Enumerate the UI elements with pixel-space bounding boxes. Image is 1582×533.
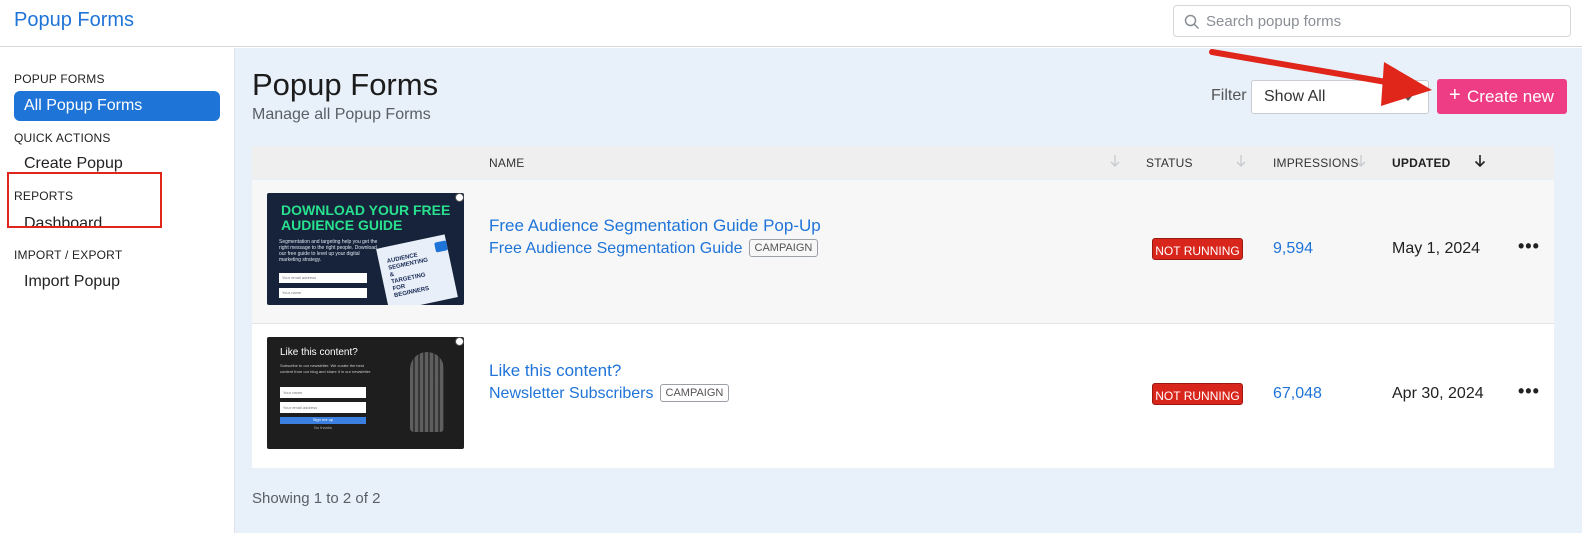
popup-title-link[interactable]: Like this content?: [489, 361, 621, 381]
sidebar-heading-popup-forms: POPUP FORMS: [14, 72, 105, 86]
filter-value: Show All: [1264, 88, 1326, 105]
popup-thumbnail[interactable]: Like this content? Subscribe to our news…: [267, 337, 464, 449]
table-row[interactable]: DOWNLOAD YOUR FREE AUDIENCE GUIDE Segmen…: [252, 180, 1554, 324]
table-header: NAME STATUS IMPRESSIONS UPDATED: [252, 146, 1554, 179]
column-header-name[interactable]: NAME: [489, 156, 524, 170]
thumbnail-field: Your email address: [279, 273, 367, 283]
sidebar-heading-import-export: IMPORT / EXPORT: [14, 248, 123, 262]
impressions-link[interactable]: 67,048: [1273, 385, 1322, 403]
thumbnail-headline: DOWNLOAD YOUR FREE AUDIENCE GUIDE: [281, 202, 451, 233]
highlight-box: [7, 172, 162, 228]
filter-select[interactable]: Show All: [1251, 80, 1429, 114]
top-bar: Popup Forms Search popup forms: [0, 0, 1582, 47]
more-icon[interactable]: •••: [1518, 381, 1540, 402]
campaign-name-link[interactable]: Newsletter Subscribers: [489, 385, 654, 402]
logo-icon: [434, 240, 448, 253]
search-icon: [1184, 14, 1200, 30]
close-icon: [455, 193, 464, 202]
thumbnail-book-image: AUDIENCE SEGMENTING & TARGETING FOR BEGI…: [376, 234, 458, 305]
page-title: Popup Forms: [252, 67, 439, 102]
sort-icon[interactable]: [1236, 154, 1246, 168]
sidebar-item-import-popup[interactable]: Import Popup: [14, 267, 220, 297]
sort-desc-icon[interactable]: [1474, 154, 1486, 168]
sort-icon[interactable]: [1110, 154, 1120, 168]
updated-date: Apr 30, 2024: [1392, 385, 1484, 402]
filter-label: Filter: [1211, 87, 1247, 104]
thumbnail-field: Your email address: [280, 402, 366, 413]
sidebar: POPUP FORMS All Popup Forms QUICK ACTION…: [0, 48, 235, 533]
thumbnail-book-title: AUDIENCE SEGMENTING & TARGETING FOR BEGI…: [386, 252, 430, 300]
microphone-image: [410, 352, 444, 432]
thumbnail-text: Subscribe to our newsletter. We curate t…: [280, 363, 372, 374]
sort-icon[interactable]: [1356, 154, 1366, 168]
column-header-status[interactable]: STATUS: [1146, 156, 1193, 170]
campaign-name-link[interactable]: Free Audience Segmentation Guide: [489, 240, 743, 257]
table-row[interactable]: Like this content? Subscribe to our news…: [252, 324, 1554, 468]
app-title[interactable]: Popup Forms: [14, 9, 134, 32]
sidebar-item-all-popup-forms[interactable]: All Popup Forms: [14, 91, 220, 121]
status-badge: NOT RUNNING: [1152, 238, 1243, 260]
popup-subtitle: Newsletter Subscribers CAMPAIGN: [489, 384, 730, 403]
popup-subtitle: Free Audience Segmentation Guide CAMPAIGN: [489, 239, 819, 258]
thumbnail-field: Your name: [280, 387, 366, 398]
campaign-tag: CAMPAIGN: [748, 239, 819, 257]
search-placeholder: Search popup forms: [1206, 13, 1342, 30]
impressions-link[interactable]: 9,594: [1273, 240, 1313, 258]
campaign-tag: CAMPAIGN: [659, 384, 730, 402]
create-new-label: Create new: [1467, 87, 1554, 106]
thumbnail-decline-link: No thanks: [313, 425, 332, 430]
thumbnail-field: Your name: [279, 288, 367, 298]
chevron-down-icon: [1402, 94, 1414, 101]
status-badge: NOT RUNNING: [1152, 383, 1243, 405]
column-header-impressions[interactable]: IMPRESSIONS: [1273, 156, 1359, 170]
pagination-info: Showing 1 to 2 of 2: [252, 490, 381, 507]
thumbnail-signup-button: Sign me up: [280, 417, 366, 424]
popup-table: NAME STATUS IMPRESSIONS UPDATED DOWNLOAD…: [252, 146, 1554, 468]
updated-date: May 1, 2024: [1392, 240, 1481, 257]
page-subtitle: Manage all Popup Forms: [252, 106, 431, 123]
sidebar-heading-quick-actions: QUICK ACTIONS: [14, 131, 111, 145]
close-icon: [455, 337, 464, 346]
popup-thumbnail[interactable]: DOWNLOAD YOUR FREE AUDIENCE GUIDE Segmen…: [267, 193, 464, 305]
plus-icon: +: [1449, 84, 1461, 106]
more-icon[interactable]: •••: [1518, 236, 1540, 257]
create-new-button[interactable]: + Create new: [1437, 79, 1567, 114]
search-input[interactable]: Search popup forms: [1173, 5, 1571, 37]
popup-title-link[interactable]: Free Audience Segmentation Guide Pop-Up: [489, 216, 821, 236]
thumbnail-headline: Like this content?: [280, 347, 358, 358]
thumbnail-text: Segmentation and targeting help you get …: [279, 239, 378, 263]
main-content: Popup Forms Manage all Popup Forms Filte…: [235, 48, 1582, 533]
column-header-updated[interactable]: UPDATED: [1392, 156, 1451, 170]
